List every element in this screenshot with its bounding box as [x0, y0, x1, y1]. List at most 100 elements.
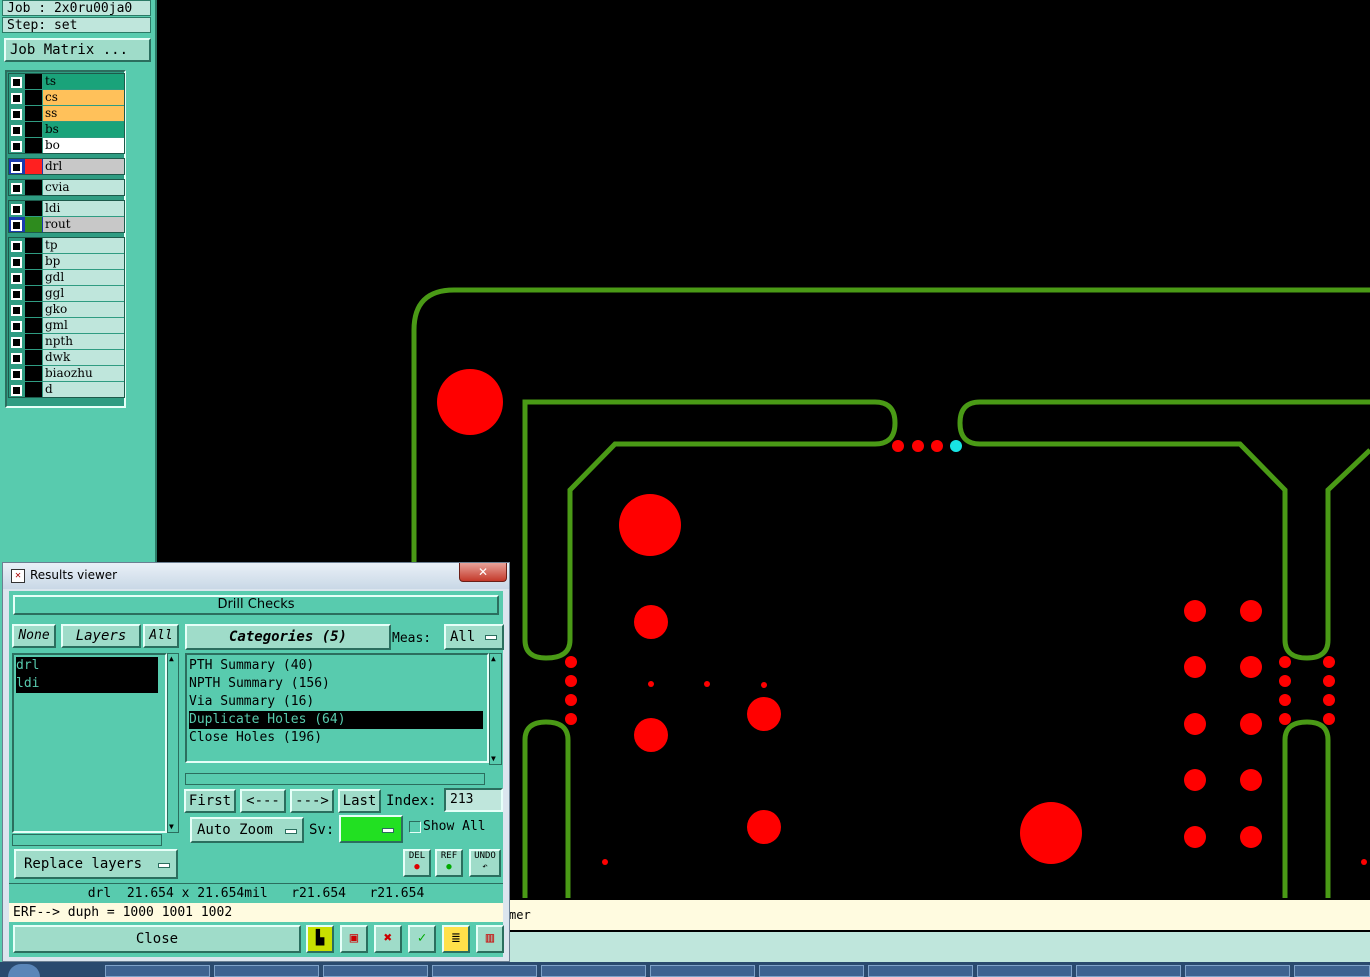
layer-checkbox[interactable] [11, 241, 22, 252]
layer-list-hscrollbar[interactable] [12, 834, 162, 846]
notes-icon[interactable]: ≣ [442, 925, 470, 953]
taskbar-item[interactable] [214, 965, 319, 977]
undo-button[interactable]: UNDO ↶ [469, 849, 501, 877]
start-button[interactable] [8, 964, 40, 977]
layer-checkbox[interactable] [11, 183, 22, 194]
check-icon[interactable]: ✓ [408, 925, 436, 953]
window-close-button[interactable]: ✕ [459, 563, 507, 582]
all-button[interactable]: All [143, 624, 179, 648]
layer-result-item[interactable]: drl [16, 657, 158, 675]
layer-row-dwk[interactable]: dwk [9, 350, 124, 365]
delete-result-button[interactable]: DEL ● [403, 849, 431, 877]
layers-button[interactable]: Layers [61, 624, 141, 648]
layer-checkbox[interactable] [11, 337, 22, 348]
previous-button[interactable]: <--- [240, 789, 286, 813]
first-button[interactable]: First [184, 789, 236, 813]
layer-name: ggl [43, 286, 124, 301]
histogram-icon[interactable]: ▥ [476, 925, 504, 953]
auto-zoom-dropdown[interactable]: Auto Zoom [190, 817, 304, 843]
layer-results-list[interactable]: drl ldi [12, 653, 167, 833]
scroll-down-icon[interactable]: ▼ [491, 755, 496, 763]
filter-icon[interactable]: ▙ [306, 925, 334, 953]
taskbar-item[interactable] [1185, 965, 1290, 977]
taskbar-item[interactable] [977, 965, 1072, 977]
job-matrix-button[interactable]: Job Matrix ... [4, 38, 151, 62]
replace-layers-dropdown[interactable]: Replace layers [14, 849, 178, 879]
report-icon[interactable]: ▣ [340, 925, 368, 953]
layer-checkbox[interactable] [11, 369, 22, 380]
results-viewer-titlebar[interactable]: ✕ Results viewer ✕ [3, 563, 509, 589]
layer-checkbox[interactable] [11, 321, 22, 332]
categories-hscrollbar[interactable] [185, 773, 485, 785]
category-item[interactable]: NPTH Summary (156) [189, 675, 483, 693]
taskbar-item[interactable] [541, 965, 646, 977]
dropdown-icon [158, 863, 170, 868]
layer-checkbox[interactable] [11, 353, 22, 364]
layer-list-vscrollbar[interactable]: ▲ ▼ [167, 653, 179, 833]
layer-row-ggl[interactable]: ggl [9, 286, 124, 301]
taskbar-item[interactable] [1076, 965, 1181, 977]
layer-row-biaozhu[interactable]: biaozhu [9, 366, 124, 381]
layer-result-item[interactable]: ldi [16, 675, 158, 693]
layer-checkbox[interactable] [11, 204, 22, 215]
next-button[interactable]: ---> [290, 789, 334, 813]
none-button[interactable]: None [12, 624, 56, 648]
layer-row-cs[interactable]: cs [9, 90, 124, 105]
layer-checkbox[interactable] [11, 305, 22, 316]
layer-checkbox[interactable] [11, 109, 22, 120]
categories-button[interactable]: Categories (5) [185, 624, 391, 650]
close-button[interactable]: Close [13, 925, 301, 953]
layer-row-gml[interactable]: gml [9, 318, 124, 333]
show-all-checkbox[interactable] [409, 821, 421, 833]
scroll-down-icon[interactable]: ▼ [169, 823, 174, 831]
layer-checkbox[interactable] [11, 289, 22, 300]
layer-row-bo[interactable]: bo [9, 138, 124, 153]
layer-row-ts[interactable]: ts [9, 74, 124, 89]
layer-checkbox[interactable] [11, 273, 22, 284]
severity-dropdown[interactable] [339, 815, 403, 843]
layer-row-ss[interactable]: ss [9, 106, 124, 121]
clear-icon[interactable]: ✖ [374, 925, 402, 953]
taskbar-item[interactable] [432, 965, 537, 977]
layer-row-rout[interactable]: rout [9, 217, 124, 232]
categories-list[interactable]: PTH Summary (40) NPTH Summary (156) Via Su… [185, 653, 489, 763]
layer-checkbox[interactable] [11, 141, 22, 152]
scroll-up-icon[interactable]: ▲ [491, 655, 496, 663]
category-item[interactable]: Duplicate Holes (64) [189, 711, 483, 729]
dropdown-icon [382, 828, 394, 833]
last-button[interactable]: Last [338, 789, 381, 813]
meas-dropdown[interactable]: All [444, 624, 504, 650]
layer-checkbox[interactable] [11, 93, 22, 104]
scroll-up-icon[interactable]: ▲ [169, 655, 174, 663]
layer-row-bp[interactable]: bp [9, 254, 124, 269]
index-input[interactable]: 213 [444, 788, 503, 812]
layer-row-gko[interactable]: gko [9, 302, 124, 317]
layer-checkbox[interactable] [11, 162, 22, 173]
layer-row-d[interactable]: d [9, 382, 124, 397]
taskbar-item[interactable] [868, 965, 973, 977]
category-item[interactable]: Close Holes (196) [189, 729, 483, 747]
layer-color-swatch [25, 254, 42, 269]
categories-vscrollbar[interactable]: ▲ ▼ [489, 653, 502, 765]
layer-row-bs[interactable]: bs [9, 122, 124, 137]
layer-checkbox[interactable] [11, 257, 22, 268]
layer-row-cvia[interactable]: cvia [9, 180, 124, 195]
layer-row-gdl[interactable]: gdl [9, 270, 124, 285]
layer-checkbox[interactable] [11, 385, 22, 396]
layer-checkbox[interactable] [11, 220, 22, 231]
layer-checkbox[interactable] [11, 125, 22, 136]
taskbar-item[interactable] [650, 965, 755, 977]
taskbar-item[interactable] [105, 965, 210, 977]
layer-checkbox[interactable] [11, 77, 22, 88]
taskbar-item[interactable] [759, 965, 864, 977]
layer-row-ldi[interactable]: ldi [9, 201, 124, 216]
layer-row-drl[interactable]: drl [9, 159, 124, 174]
taskbar-item[interactable] [323, 965, 428, 977]
layer-row-npth[interactable]: npth [9, 334, 124, 349]
taskbar-item[interactable] [1294, 965, 1370, 977]
layer-row-tp[interactable]: tp [9, 238, 124, 253]
category-item[interactable]: PTH Summary (40) [189, 657, 483, 675]
layer-color-swatch [25, 286, 42, 301]
category-item[interactable]: Via Summary (16) [189, 693, 483, 711]
ref-button[interactable]: REF ● [435, 849, 463, 877]
